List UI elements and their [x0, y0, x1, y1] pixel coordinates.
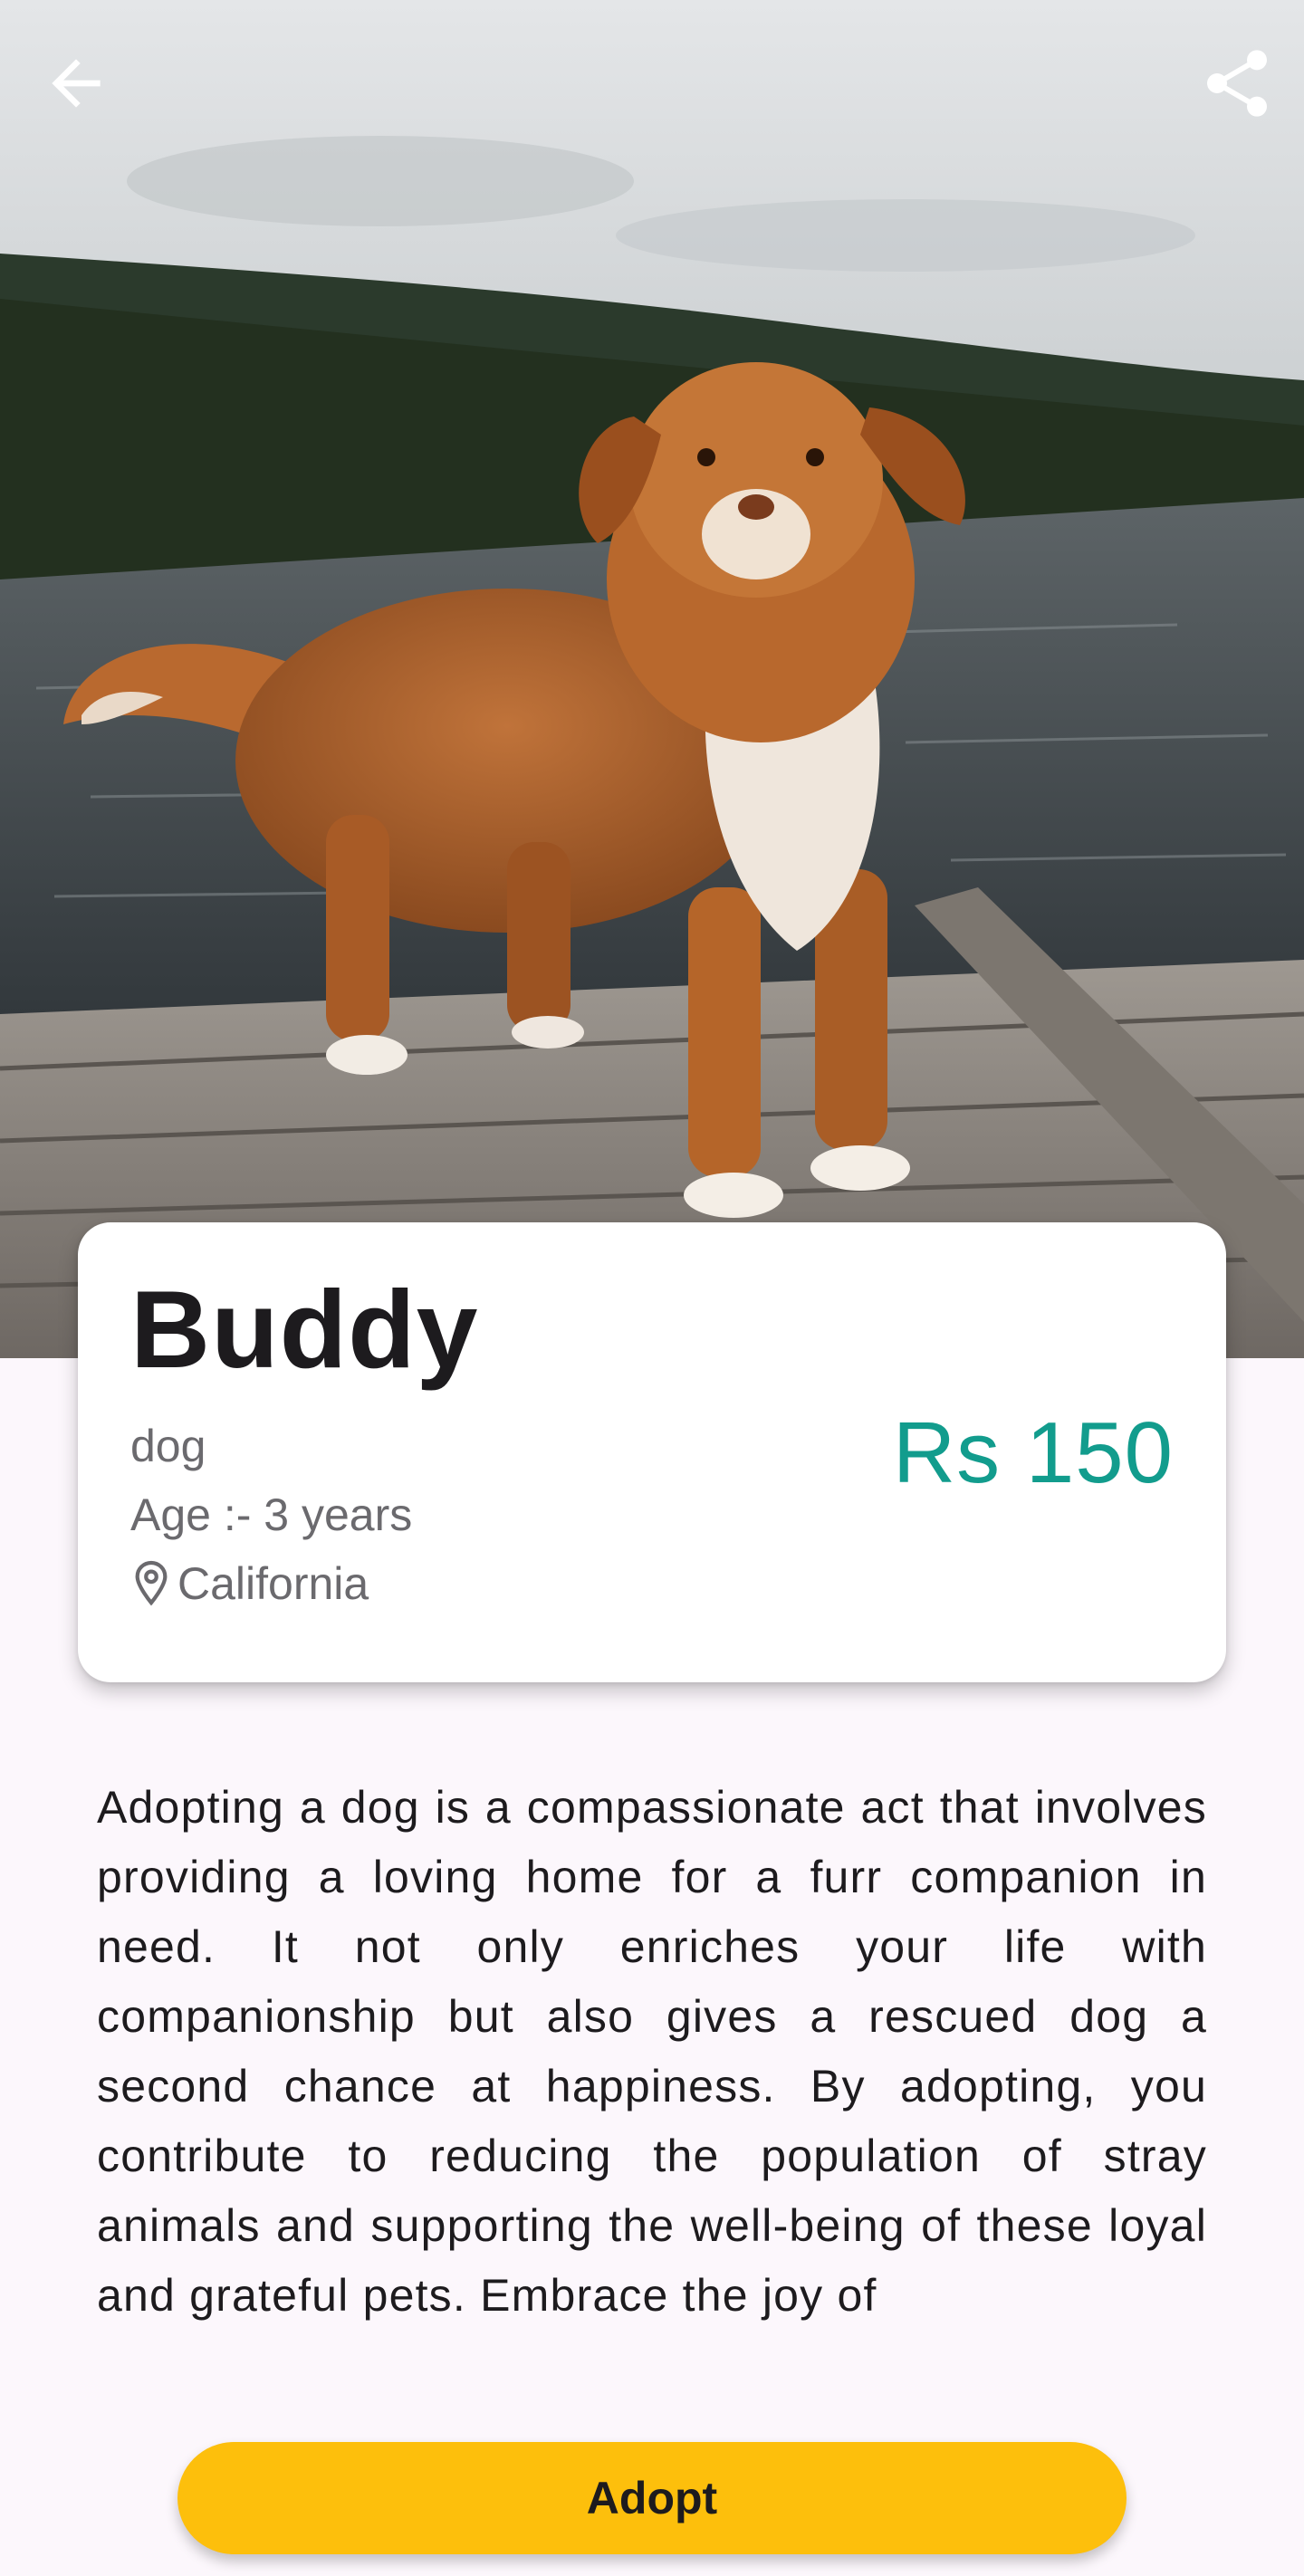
- pet-name: Buddy: [130, 1268, 479, 1391]
- adopt-button[interactable]: Adopt: [177, 2442, 1127, 2554]
- share-icon: [1207, 50, 1267, 117]
- pet-detail-screen: Buddy dog Age :- 3 years California Rs 1…: [0, 0, 1304, 2576]
- pet-info-card: Buddy dog Age :- 3 years California Rs 1…: [78, 1222, 1226, 1682]
- pet-photo: [0, 0, 1304, 1358]
- pet-location: California: [130, 1557, 369, 1610]
- description-scroll-area[interactable]: Adopting a dog is a compassionate act th…: [97, 1773, 1207, 2336]
- pet-age: Age :- 3 years: [130, 1489, 413, 1540]
- location-text: California: [177, 1558, 369, 1609]
- share-button[interactable]: [1183, 29, 1291, 138]
- pet-price: Rs 150: [892, 1404, 1174, 1501]
- pet-type: dog: [130, 1421, 206, 1471]
- arrow-back-icon: [52, 59, 101, 108]
- pet-description: Adopting a dog is a compassionate act th…: [97, 1782, 1207, 2321]
- back-button[interactable]: [22, 29, 130, 138]
- location-pin-icon: [130, 1559, 172, 1608]
